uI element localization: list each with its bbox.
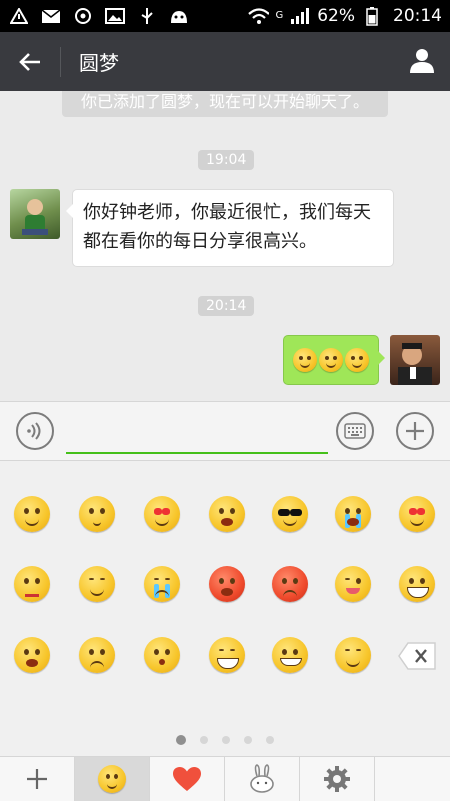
surprised-emoji-icon[interactable] xyxy=(14,637,50,673)
back-button[interactable] xyxy=(0,32,60,91)
crying-emoji-icon[interactable] xyxy=(335,496,371,532)
profile-button[interactable] xyxy=(402,40,442,80)
voice-button[interactable] xyxy=(16,412,54,450)
smile-emoji-icon[interactable] xyxy=(14,496,50,532)
contact-avatar[interactable] xyxy=(10,189,60,239)
tab-emoji[interactable] xyxy=(75,757,150,801)
rabbit-icon xyxy=(250,764,274,793)
alert-icon xyxy=(8,7,30,25)
grin-emoji-icon[interactable] xyxy=(399,566,435,602)
input-bar xyxy=(0,401,450,461)
dizzy-emoji-icon[interactable] xyxy=(272,637,308,673)
smile-emoji-icon xyxy=(293,348,317,372)
sync-icon xyxy=(72,7,94,25)
voice-icon xyxy=(27,422,41,440)
more-button[interactable] xyxy=(396,412,434,450)
wifi-icon xyxy=(247,7,270,25)
header-divider xyxy=(60,46,61,77)
settings-gear-icon xyxy=(324,766,350,792)
page-dot[interactable] xyxy=(176,735,186,745)
chat-area[interactable]: 你已添加了圆梦，现在可以开始聊天了。 19:04 你好钟老师，你最近很忙，我们每… xyxy=(0,91,450,401)
upset-emoji-icon[interactable] xyxy=(144,566,180,602)
network-type: G xyxy=(275,10,284,21)
keyboard-icon xyxy=(344,423,366,439)
shy-emoji-icon[interactable] xyxy=(79,496,115,532)
chat-header: 圆梦 xyxy=(0,32,450,91)
scream-emoji-icon[interactable] xyxy=(209,637,245,673)
tab-empty xyxy=(375,757,450,801)
timestamp: 20:14 xyxy=(198,296,255,316)
page-dot[interactable] xyxy=(222,736,230,744)
chat-title: 圆梦 xyxy=(79,51,119,75)
smile-emoji-icon xyxy=(319,348,343,372)
heart-eyes-emoji-icon[interactable] xyxy=(144,496,180,532)
backspace-icon xyxy=(398,642,436,670)
battery-percent: 62% xyxy=(317,6,355,26)
outgoing-message[interactable] xyxy=(283,335,385,385)
timestamp: 19:04 xyxy=(198,150,255,170)
image-icon xyxy=(104,7,126,25)
android-icon xyxy=(168,7,190,25)
embarrassed-emoji-icon[interactable] xyxy=(144,637,180,673)
emoji-panel xyxy=(0,461,450,756)
sad-emoji-icon[interactable] xyxy=(79,637,115,673)
plus-icon xyxy=(27,769,47,789)
keyboard-button[interactable] xyxy=(336,412,374,450)
mail-icon xyxy=(40,7,62,25)
angry-emoji-icon[interactable] xyxy=(272,566,308,602)
sealed-mouth-emoji-icon[interactable] xyxy=(14,566,50,602)
emoji-tab-bar xyxy=(0,756,450,801)
clock: 20:14 xyxy=(393,6,442,26)
emoji-face-icon xyxy=(98,765,126,793)
usb-icon xyxy=(136,7,158,25)
back-arrow-icon xyxy=(19,52,40,71)
sleepy-emoji-icon[interactable] xyxy=(79,566,115,602)
tab-favorites[interactable] xyxy=(150,757,225,801)
system-message: 你已添加了圆梦，现在可以开始聊天了。 xyxy=(62,91,388,117)
page-indicator xyxy=(0,735,450,748)
tab-sticker-pack[interactable] xyxy=(225,757,300,801)
delete-button[interactable] xyxy=(398,642,436,670)
smile-emoji-icon xyxy=(345,348,369,372)
plus-icon xyxy=(406,422,424,440)
page-dot[interactable] xyxy=(244,736,252,744)
tab-settings[interactable] xyxy=(300,757,375,801)
person-icon xyxy=(410,49,434,73)
battery-icon xyxy=(361,7,383,26)
cool-emoji-icon[interactable] xyxy=(272,496,308,532)
tab-add[interactable] xyxy=(0,757,75,801)
my-avatar[interactable] xyxy=(390,335,440,385)
page-dot[interactable] xyxy=(200,736,208,744)
drool-emoji-icon[interactable] xyxy=(399,496,435,532)
signal-icon xyxy=(289,7,311,25)
page-dot[interactable] xyxy=(266,736,274,744)
angry-red-emoji-icon[interactable] xyxy=(209,566,245,602)
giggle-emoji-icon[interactable] xyxy=(335,637,371,673)
startled-emoji-icon[interactable] xyxy=(209,496,245,532)
heart-icon xyxy=(173,767,201,791)
message-input[interactable] xyxy=(66,414,328,454)
incoming-message[interactable]: 你好钟老师，你最近很忙，我们每天都在看你的每日分享很高兴。 xyxy=(66,189,394,267)
wink-tongue-emoji-icon[interactable] xyxy=(335,566,371,602)
status-bar: G 62% 20:14 xyxy=(0,0,450,32)
